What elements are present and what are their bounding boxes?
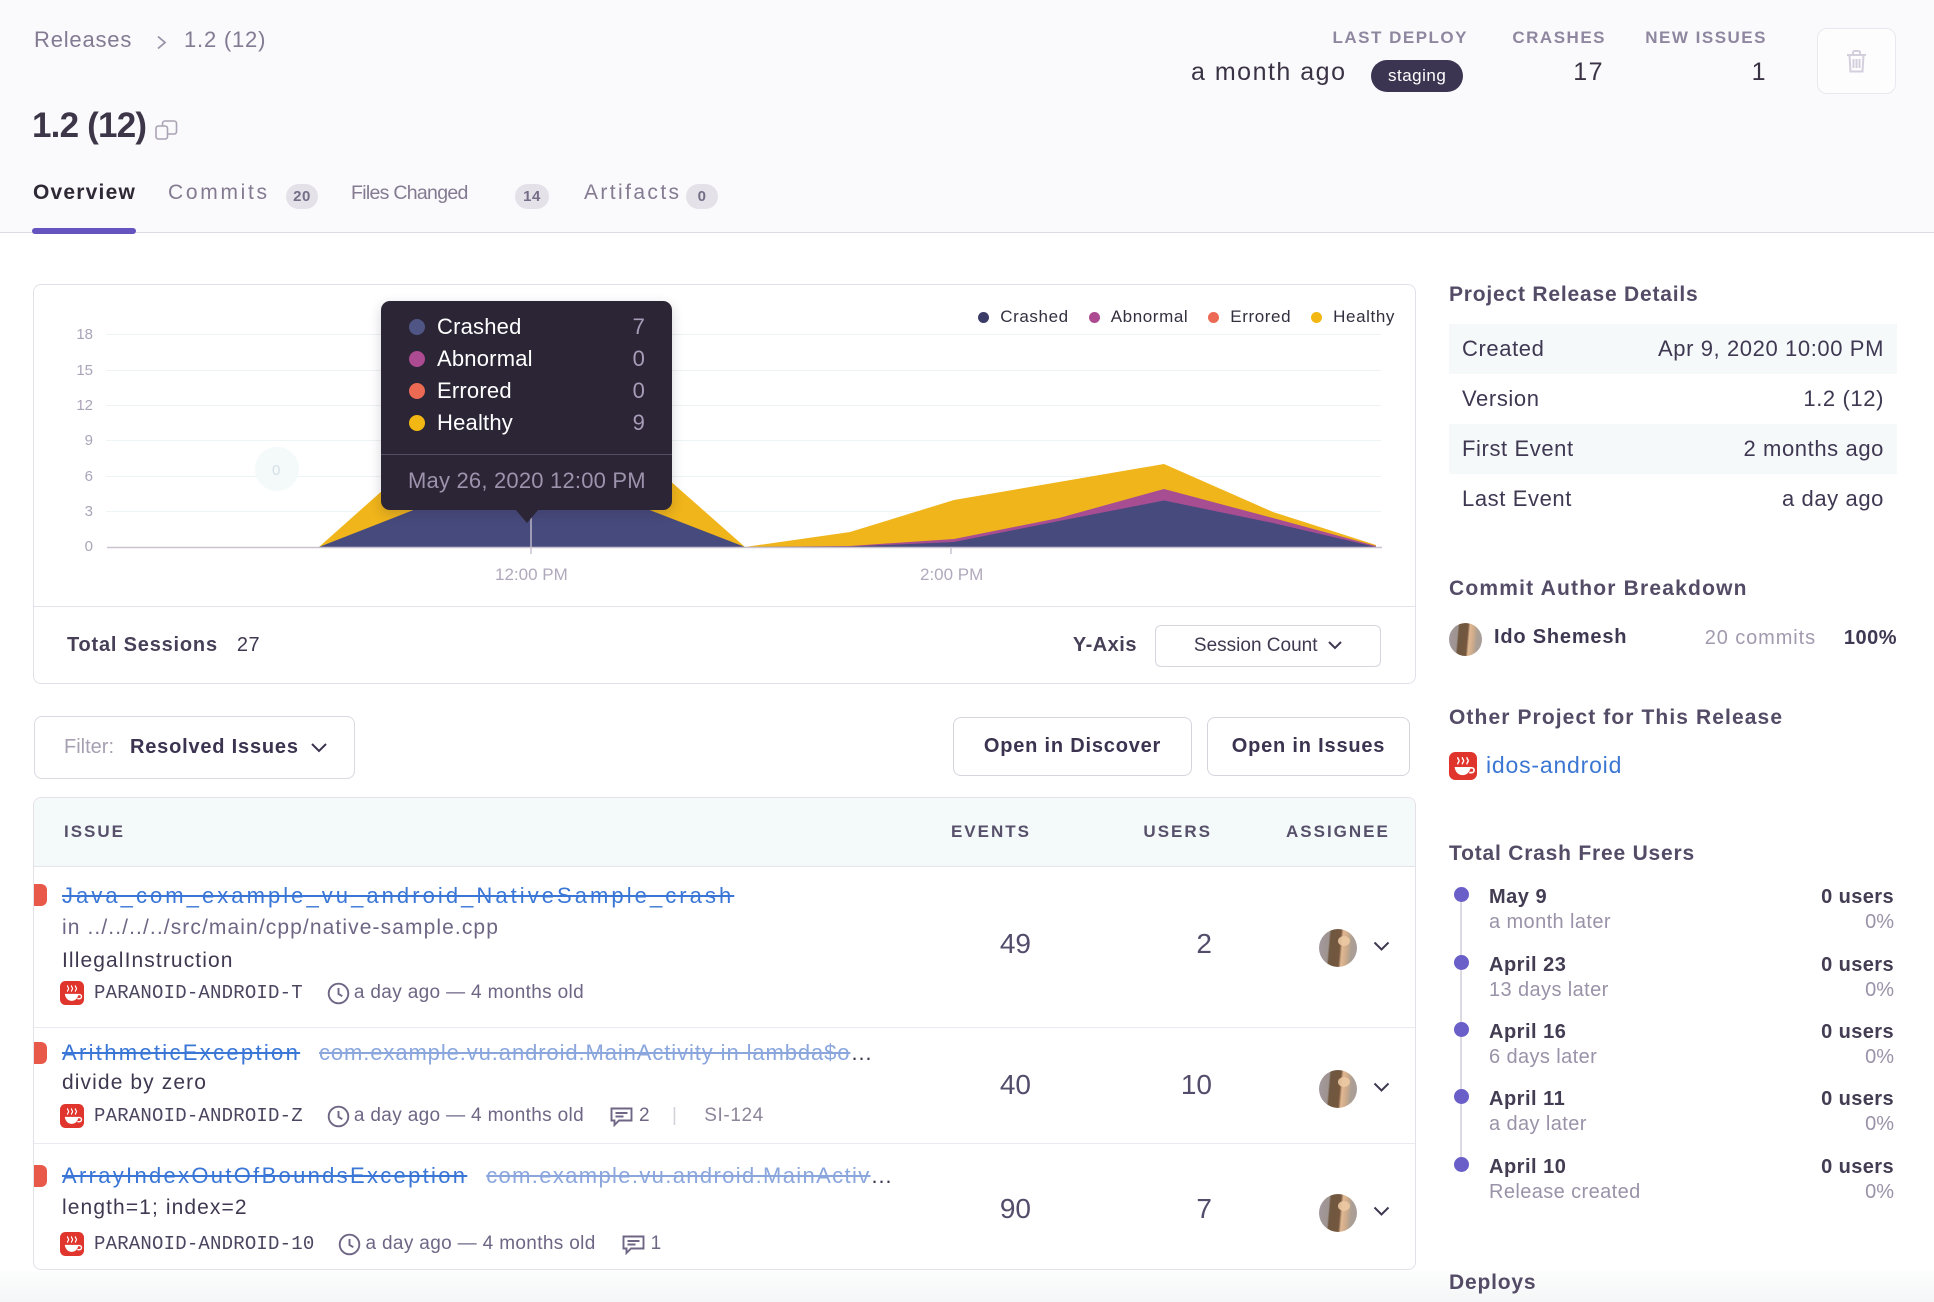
svg-text:0: 0 [272, 462, 280, 479]
